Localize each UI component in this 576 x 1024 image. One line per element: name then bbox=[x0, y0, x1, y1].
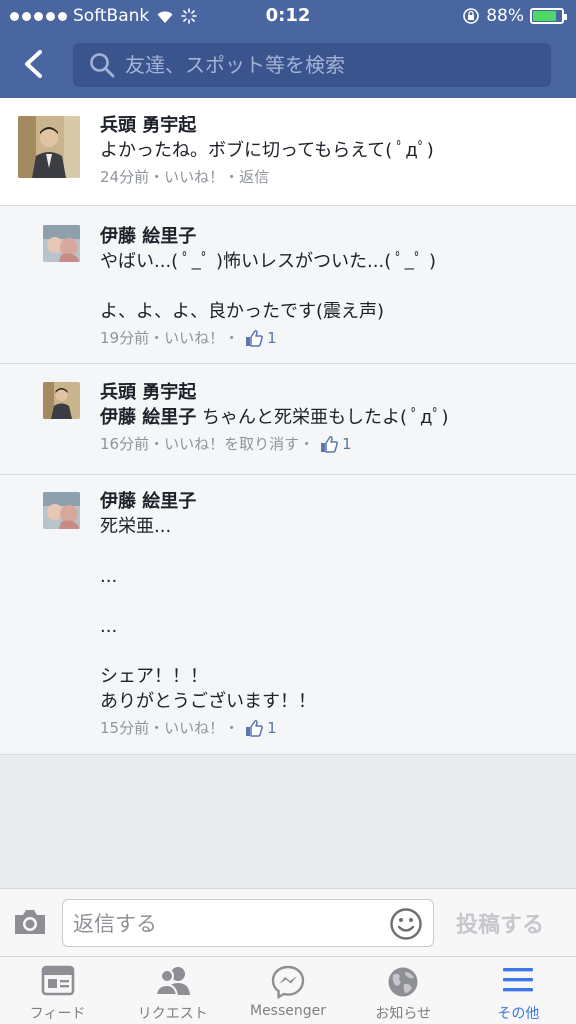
like-thumb-icon bbox=[246, 330, 264, 347]
comment-time: 24分前 bbox=[100, 168, 150, 186]
reply-text: 伊藤 絵里子 ちゃんと死栄亜もしたよ( ﾟдﾟ) bbox=[100, 405, 449, 430]
reply-text: 死栄亜... ... ... シェア！！！ ありがとうございます！！ bbox=[100, 516, 316, 712]
rotation-lock-icon bbox=[463, 8, 480, 24]
reply-time: 19分前 bbox=[100, 329, 150, 347]
tab-feed[interactable]: フィード bbox=[0, 957, 115, 1024]
reply-item: 伊藤 絵里子 やばい...( ﾟ_ﾟ )怖いレスがついた...( ﾟ_ﾟ ) よ… bbox=[0, 206, 576, 364]
search-input[interactable] bbox=[125, 53, 551, 77]
tab-label: フィード bbox=[29, 1006, 86, 1022]
tab-label: リクエスト bbox=[137, 1006, 208, 1022]
search-icon bbox=[90, 53, 115, 78]
like-link[interactable]: いいね！ bbox=[164, 717, 224, 739]
reply-item: 兵頭 勇宇起 伊藤 絵里子 ちゃんと死栄亜もしたよ( ﾟдﾟ) 16分前 ・ い… bbox=[0, 364, 576, 475]
like-count[interactable]: 1 bbox=[342, 433, 352, 455]
top-bar: SoftBank 0:12 88% bbox=[0, 0, 576, 98]
reply-field-container[interactable] bbox=[62, 899, 434, 947]
reply-author[interactable]: 伊藤 絵里子 bbox=[100, 225, 436, 249]
avatar[interactable] bbox=[43, 225, 80, 262]
tab-label: お知らせ bbox=[375, 1006, 432, 1022]
feed-icon bbox=[41, 965, 74, 996]
avatar[interactable] bbox=[43, 382, 80, 419]
status-bar: SoftBank 0:12 88% bbox=[0, 0, 576, 32]
like-thumb-icon bbox=[321, 436, 339, 453]
friend-requests-icon bbox=[154, 967, 190, 996]
reply-meta: 16分前 ・ いいね！を取り消す ・ 1 bbox=[100, 433, 352, 455]
reply-link[interactable]: 返信 bbox=[239, 166, 269, 188]
messenger-icon bbox=[271, 965, 305, 999]
tab-label: その他 bbox=[497, 1006, 540, 1022]
reply-time: 15分前 bbox=[100, 719, 150, 737]
comment-text: よかったね。ボブに切ってもらえて( ﾟдﾟ) bbox=[100, 140, 434, 161]
search-bar[interactable] bbox=[73, 43, 551, 87]
like-link[interactable]: いいね！ bbox=[164, 327, 224, 349]
comment-author[interactable]: 兵頭 勇宇起 bbox=[100, 114, 434, 138]
globe-notifications-icon bbox=[388, 967, 418, 997]
like-link[interactable]: いいね！ bbox=[164, 166, 224, 188]
tab-more[interactable]: その他 bbox=[461, 957, 576, 1024]
tab-bar: フィード リクエスト Messenger お知らせ その他 bbox=[0, 956, 576, 1024]
comment-meta: 24分前 ・ いいね！ ・ 返信 bbox=[100, 166, 270, 188]
battery-fill bbox=[533, 11, 556, 21]
emoji-icon[interactable] bbox=[389, 907, 423, 941]
tab-notifications[interactable]: お知らせ bbox=[346, 957, 461, 1024]
reply-author[interactable]: 兵頭 勇宇起 bbox=[100, 381, 449, 405]
unlike-link[interactable]: いいね！を取り消す bbox=[164, 433, 299, 455]
camera-icon[interactable] bbox=[12, 907, 48, 937]
comment-item: 兵頭 勇宇起 よかったね。ボブに切ってもらえて( ﾟдﾟ) 24分前 ・ いいね… bbox=[0, 98, 576, 206]
menu-icon bbox=[503, 968, 534, 992]
reply-text: やばい...( ﾟ_ﾟ )怖いレスがついた...( ﾟ_ﾟ ) よ、よ、よ、良か… bbox=[100, 251, 437, 322]
avatar[interactable] bbox=[43, 492, 80, 529]
like-count[interactable]: 1 bbox=[267, 717, 277, 739]
battery-percent: 88% bbox=[486, 6, 524, 26]
mention-link[interactable]: 伊藤 絵里子 bbox=[100, 407, 196, 428]
back-chevron-icon[interactable] bbox=[14, 44, 54, 84]
reply-composer: 投稿する bbox=[0, 888, 576, 956]
reply-input[interactable] bbox=[73, 910, 383, 938]
like-thumb-icon bbox=[246, 720, 264, 737]
reply-meta: 19分前 ・ いいね！ ・ 1 bbox=[100, 327, 277, 349]
reply-time: 16分前 bbox=[100, 435, 150, 453]
tab-label: Messenger bbox=[249, 1003, 327, 1019]
reply-item: 伊藤 絵里子 死栄亜... ... ... シェア！！！ ありがとうございます！… bbox=[0, 475, 576, 755]
comment-thread: 兵頭 勇宇起 よかったね。ボブに切ってもらえて( ﾟдﾟ) 24分前 ・ いいね… bbox=[0, 98, 576, 755]
post-button[interactable]: 投稿する bbox=[456, 907, 544, 939]
reply-meta: 15分前 ・ いいね！ ・ 1 bbox=[100, 717, 277, 739]
battery-icon bbox=[530, 8, 567, 24]
tab-messenger[interactable]: Messenger bbox=[230, 957, 345, 1024]
like-count[interactable]: 1 bbox=[267, 327, 277, 349]
reply-body: ちゃんと死栄亜もしたよ( ﾟдﾟ) bbox=[196, 407, 449, 428]
tab-requests[interactable]: リクエスト bbox=[115, 957, 230, 1024]
reply-author[interactable]: 伊藤 絵里子 bbox=[100, 490, 316, 514]
avatar[interactable] bbox=[18, 116, 80, 178]
